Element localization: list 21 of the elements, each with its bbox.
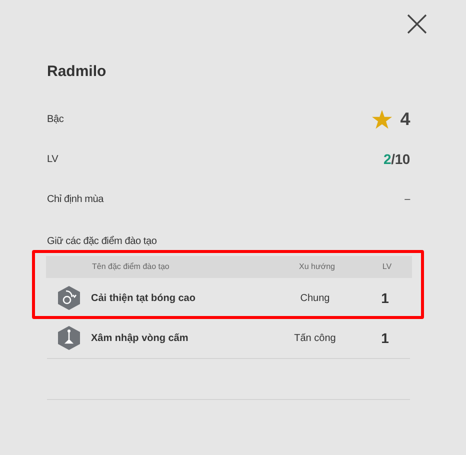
star-icon xyxy=(372,110,392,128)
column-header: Xu hướng xyxy=(298,261,336,273)
trait-name: Xâm nhập vòng cấm xyxy=(91,332,190,346)
close-button[interactable] xyxy=(406,12,428,34)
field-label: LV xyxy=(47,152,58,166)
trait-icon xyxy=(58,326,80,350)
field-label: Bậc xyxy=(47,112,64,126)
column-header: Tên đặc điểm đào tạo xyxy=(92,261,170,273)
trait-level: 1 xyxy=(380,288,390,308)
trait-level: 1 xyxy=(380,328,390,348)
field-label: Chỉ định mùa xyxy=(47,192,104,206)
column-header: LV xyxy=(381,261,393,273)
trait-tendency: Tấn công xyxy=(293,332,337,346)
section-heading: Giữ các đặc điểm đào tạo xyxy=(47,234,158,249)
trait-icon xyxy=(58,286,80,310)
field-value: 4 xyxy=(400,108,410,130)
field-value: – xyxy=(404,192,410,206)
player-name: Radmilo xyxy=(47,62,108,82)
field-value: 2/10 xyxy=(384,150,410,168)
trait-tendency: Chung xyxy=(299,292,331,306)
trait-name: Cải thiện tạt bóng cao xyxy=(91,292,196,306)
